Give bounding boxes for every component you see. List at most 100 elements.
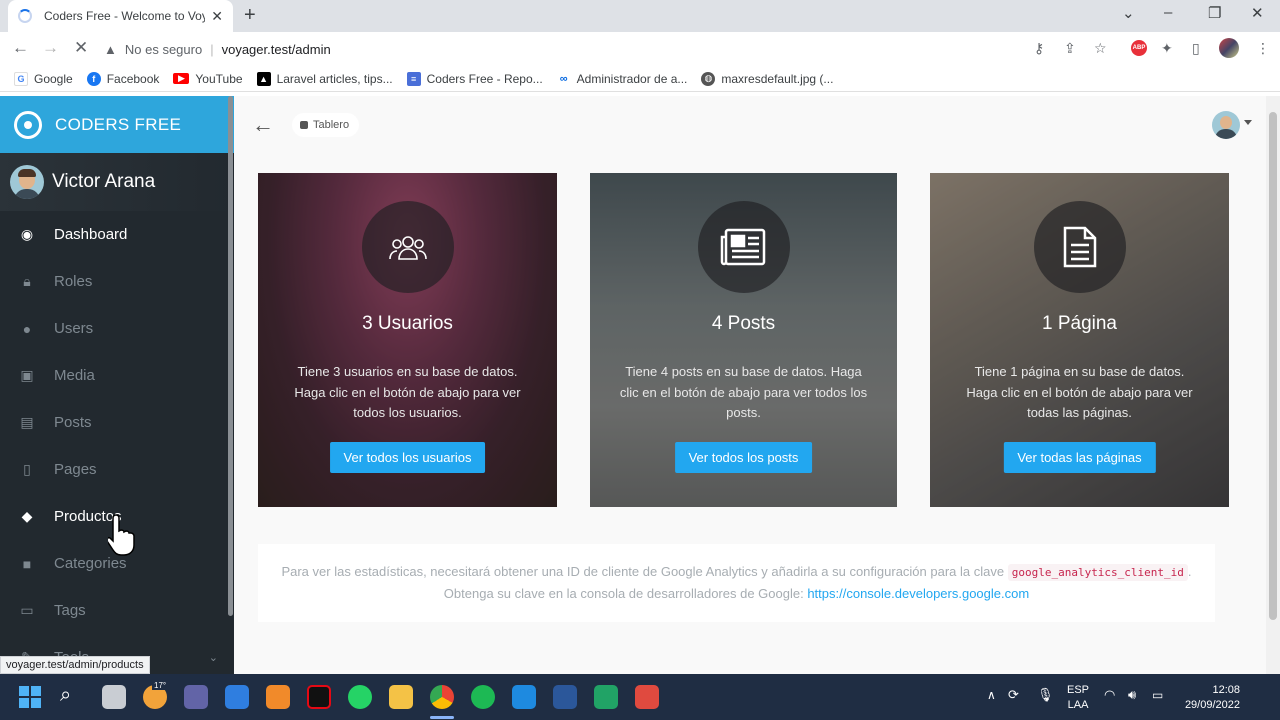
task-view-icon[interactable] <box>102 685 126 709</box>
teams-icon[interactable] <box>184 685 208 709</box>
avatar <box>10 165 44 199</box>
key-icon[interactable]: ⚷ <box>1034 40 1044 57</box>
brand-name: CODERS FREE <box>55 114 182 134</box>
analytics-text: Para ver las estadísticas, necesitará ob… <box>281 564 1005 579</box>
laravel-icon: ▲ <box>256 71 271 86</box>
breadcrumb[interactable]: Tablero <box>292 113 360 137</box>
page-scrollbar[interactable] <box>1266 96 1280 674</box>
google-icon: G <box>14 71 28 86</box>
browser-tab[interactable]: Coders Free - Welcome to Voyager ✕ <box>8 0 233 32</box>
sidebar: CODERS FREE Victor Arana ◉ Dashboard 🔒︎ … <box>0 96 234 674</box>
pages-card: 1 Página Tiene 1 página en su base de da… <box>930 173 1229 507</box>
bookmark-image[interactable]: ◍ maxresdefault.jpg (... <box>701 71 833 86</box>
close-window-button[interactable]: ✕ <box>1251 4 1264 22</box>
view-posts-button[interactable]: Ver todos los posts <box>674 442 813 473</box>
card-title: 3 Usuarios <box>362 313 453 334</box>
share-icon[interactable]: ⇪ <box>1064 40 1076 57</box>
news-icon: ▤ <box>20 414 34 430</box>
scrollbar-thumb[interactable] <box>1269 112 1277 620</box>
wifi-icon[interactable]: ◠ <box>1104 687 1115 703</box>
netflix-icon[interactable] <box>307 685 331 709</box>
maximize-button[interactable]: ❐ <box>1208 4 1221 22</box>
extensions-icon[interactable]: ✦ <box>1161 40 1173 57</box>
microphone-icon[interactable]: 🎙︎ <box>1037 687 1054 703</box>
analytics-text-end: . <box>1187 564 1192 579</box>
menu-icon[interactable]: ⋮ <box>1256 40 1270 57</box>
whatsapp-icon[interactable] <box>348 685 372 709</box>
volume-icon[interactable]: 🔊︎ <box>1128 687 1136 703</box>
tab-title: Coders Free - Welcome to Voyager <box>44 9 206 23</box>
sidebar-item-posts[interactable]: ▤ Posts <box>0 399 234 446</box>
bookmark-google[interactable]: G Google <box>14 71 73 86</box>
sidebar-item-dashboard[interactable]: ◉ Dashboard <box>0 211 234 258</box>
caret-down-icon[interactable] <box>1244 120 1252 125</box>
sidepanel-icon[interactable]: ▯ <box>1192 40 1200 57</box>
sidebar-scrollbar[interactable] <box>228 96 233 616</box>
tab-search-icon[interactable]: ⌄ <box>1122 4 1135 22</box>
clock[interactable]: 12:08 29/09/2022 <box>1178 683 1240 713</box>
warning-icon: ▲ <box>104 41 117 57</box>
sync-icon[interactable]: ⟳ <box>1008 687 1019 703</box>
bookmark-facebook[interactable]: f Facebook <box>86 71 159 86</box>
url-text[interactable]: voyager.test/admin <box>222 42 331 57</box>
card-title: 4 Posts <box>711 313 776 334</box>
windows-start-icon[interactable] <box>19 686 41 708</box>
bookmark-codersfree[interactable]: ≡ Coders Free - Repo... <box>406 71 543 86</box>
new-tab-button[interactable]: + <box>244 4 256 27</box>
view-pages-button[interactable]: Ver todas las páginas <box>1003 442 1156 473</box>
google-console-link[interactable]: https://console.developers.google.com <box>807 586 1029 601</box>
close-tab-icon[interactable]: ✕ <box>211 8 223 25</box>
weather-badge: 17° <box>152 681 169 690</box>
bookmark-laravel[interactable]: ▲ Laravel articles, tips... <box>256 71 393 86</box>
image-icon: ▣ <box>20 367 34 383</box>
sidebar-item-label: Posts <box>54 414 92 431</box>
spotify-icon[interactable] <box>471 685 495 709</box>
sidebar-item-label: Roles <box>54 273 93 290</box>
vscode-icon[interactable] <box>512 685 536 709</box>
hand-cursor-icon <box>108 514 135 556</box>
store-icon[interactable] <box>225 685 249 709</box>
battery-icon[interactable]: ▭ <box>1152 688 1163 702</box>
users-card: 3 Usuarios Tiene 3 usuarios en su base d… <box>258 173 557 507</box>
camtasia-icon[interactable] <box>594 685 618 709</box>
card-description: Tiene 3 usuarios en su base de datos. Ha… <box>294 364 521 420</box>
language-indicator[interactable]: ESP LAA <box>1067 683 1089 713</box>
browser-profile-avatar[interactable] <box>1219 38 1239 58</box>
view-users-button[interactable]: Ver todos los usuarios <box>329 442 486 473</box>
user-icon: ● <box>22 320 32 337</box>
sidebar-item-users[interactable]: ● Users <box>0 305 234 352</box>
xampp-icon[interactable] <box>266 685 290 709</box>
search-icon[interactable]: ⌕ <box>60 684 71 707</box>
sidebar-item-pages[interactable]: ▯ Pages <box>0 446 234 493</box>
adblock-icon[interactable]: ABP <box>1131 40 1147 56</box>
sidebar-item-media[interactable]: ▣ Media <box>0 352 234 399</box>
dashboard-icon: ◉ <box>20 226 34 242</box>
bookmark-meta[interactable]: ∞ Administrador de a... <box>556 71 687 86</box>
sidebar-item-tags[interactable]: ▭ Tags <box>0 587 234 634</box>
forward-icon[interactable]: → <box>42 38 59 58</box>
user-menu-avatar[interactable] <box>1212 111 1240 139</box>
bookmark-youtube[interactable]: ▶ YouTube <box>173 72 243 86</box>
browser-toolbar: ← → ✕ ▲ No es seguro | voyager.test/admi… <box>0 32 1280 66</box>
star-icon[interactable]: ☆ <box>1094 40 1107 57</box>
minimize-button[interactable]: – <box>1164 4 1172 21</box>
file-explorer-icon[interactable] <box>389 685 413 709</box>
chrome-icon[interactable] <box>430 685 454 709</box>
address-bar[interactable]: ▲ No es seguro | voyager.test/admin <box>104 35 1120 63</box>
brand-header[interactable]: CODERS FREE <box>0 96 234 153</box>
app-icon[interactable] <box>635 685 659 709</box>
posts-card: 4 Posts Tiene 4 posts en su base de dato… <box>590 173 897 507</box>
back-icon[interactable]: ← <box>12 38 29 58</box>
tray-overflow-icon[interactable]: ∧ <box>987 688 996 702</box>
card-description: Tiene 1 página en su base de datos. Haga… <box>966 364 1193 420</box>
newspaper-icon <box>697 201 790 293</box>
lock-icon: 🔒︎ <box>23 273 31 289</box>
word-icon[interactable] <box>553 685 577 709</box>
sidebar-user[interactable]: Victor Arana <box>0 153 234 211</box>
analytics-notice: Para ver las estadísticas, necesitará ob… <box>258 544 1215 622</box>
back-arrow-icon[interactable]: ← <box>252 112 274 138</box>
security-label[interactable]: No es seguro <box>125 42 202 57</box>
sidebar-item-roles[interactable]: 🔒︎ Roles <box>0 258 234 305</box>
stop-loading-icon[interactable]: ✕ <box>74 38 88 58</box>
chevron-down-icon: ⌄ <box>208 652 218 664</box>
